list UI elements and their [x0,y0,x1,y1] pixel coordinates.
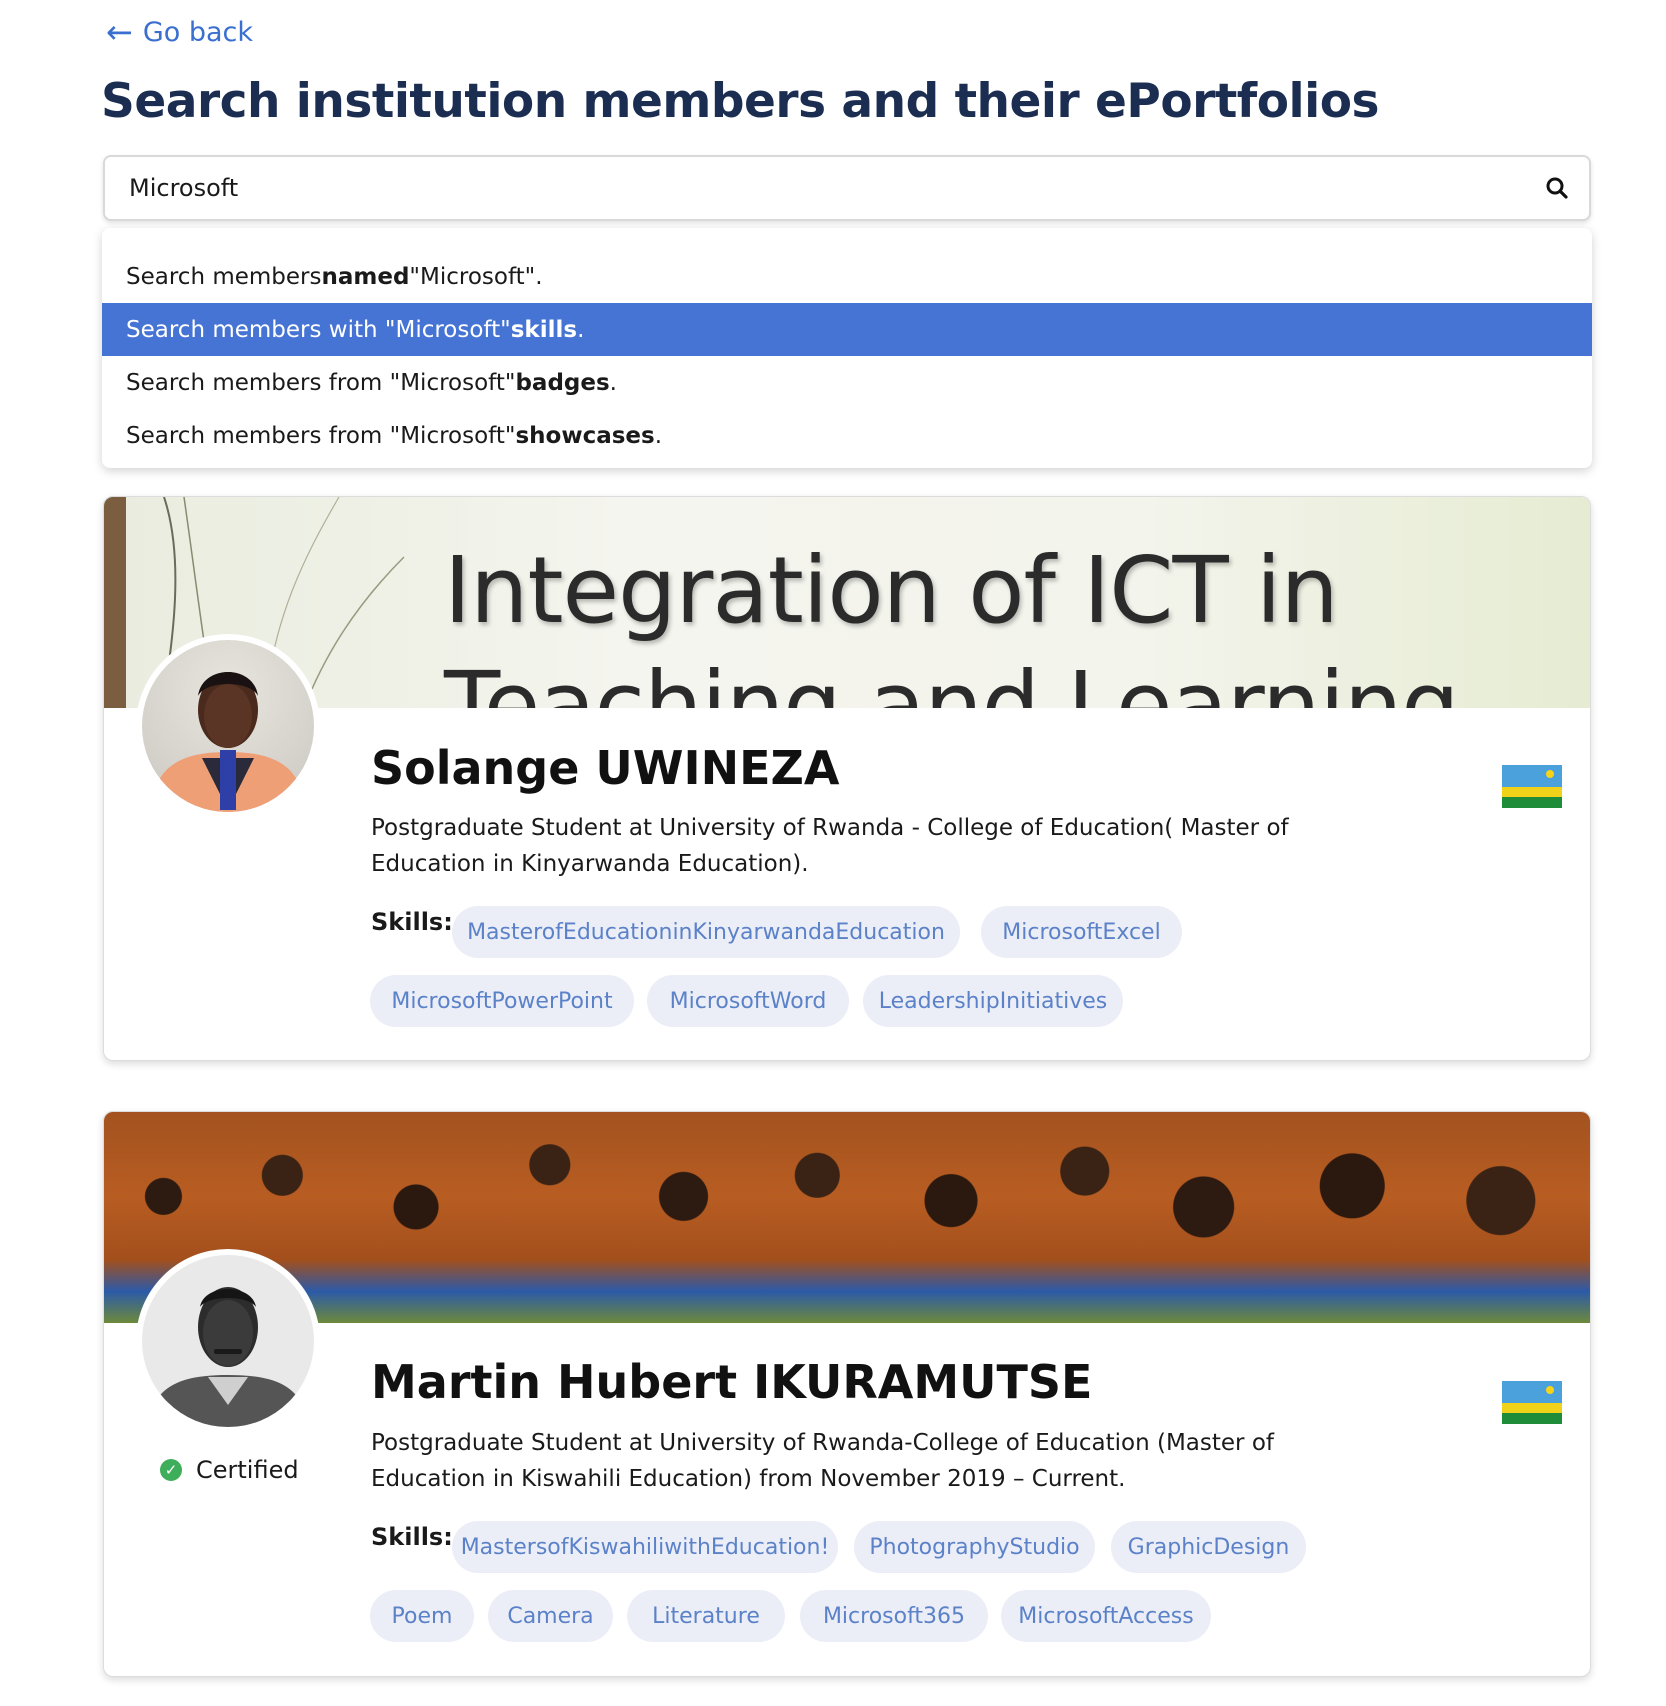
suggestion-keyword: showcases [515,422,655,449]
skill-tag[interactable]: Poem [370,1590,474,1642]
suggestion-skills[interactable]: Search members with "Microsoft" skills. [102,303,1592,356]
skill-tag[interactable]: MicrosoftPowerPoint [370,975,634,1027]
member-name[interactable]: Martin Hubert IKURAMUTSE [371,1355,1092,1409]
suggestion-suffix: . [609,369,617,396]
skill-tag[interactable]: LeadershipInitiatives [863,975,1123,1027]
cover-heading-line2: Teaching and Learning [444,652,1460,708]
skill-tag[interactable]: MicrosoftExcel [981,906,1182,958]
suggestion-keyword: skills [510,316,578,343]
rwanda-flag-icon [1502,765,1562,808]
suggestion-named[interactable]: Search members named "Microsoft". [102,250,1592,303]
suggestion-prefix: Search members from "Microsoft" [126,369,516,396]
cover-image [104,1112,1590,1323]
skills-label: Skills: [371,1523,453,1551]
avatar-photo [142,1255,314,1427]
suggestion-keyword: named [321,263,410,290]
skill-tag[interactable]: PhotographyStudio [854,1521,1095,1573]
skill-tag[interactable]: MicrosoftWord [647,975,849,1027]
cover-decoration [104,497,126,708]
go-back-link[interactable]: ← Go back [106,16,253,48]
skill-tag[interactable]: Microsoft365 [800,1590,988,1642]
skill-tag[interactable]: Literature [627,1590,785,1642]
avatar[interactable] [136,634,320,818]
suggestion-suffix: . [577,316,585,343]
suggestion-prefix: Search members from "Microsoft" [126,422,516,449]
member-card[interactable]: Integration of ICT in Teaching and Learn… [103,496,1591,1061]
suggestion-suffix: "Microsoft". [409,263,543,290]
member-name[interactable]: Solange UWINEZA [371,741,840,795]
page-title: Search institution members and their ePo… [101,74,1380,129]
certified-badge: ✓ Certified [160,1456,299,1484]
suggestion-prefix: Search members [126,263,322,290]
member-card[interactable]: ✓ Certified Martin Hubert IKURAMUTSE Pos… [103,1111,1591,1677]
arrow-left-icon: ← [106,13,133,51]
cover-heading-line1: Integration of ICT in [444,537,1339,644]
search-box [103,155,1591,221]
suggestion-prefix: Search members with "Microsoft" [126,316,511,343]
search-icon[interactable] [1525,176,1589,200]
suggestion-suffix: . [654,422,663,449]
search-input[interactable] [105,174,1525,202]
search-suggestions-dropdown: Search members named "Microsoft". Search… [102,228,1592,468]
skill-tag[interactable]: GraphicDesign [1111,1521,1306,1573]
member-headline: Postgraduate Student at University of Rw… [371,815,1289,877]
skill-tag[interactable]: MicrosoftAccess [1001,1590,1211,1642]
avatar[interactable] [136,1249,320,1433]
check-circle-icon: ✓ [160,1459,182,1481]
skills-label: Skills: [371,908,453,936]
cover-image: Integration of ICT in Teaching and Learn… [104,497,1590,708]
certified-label: Certified [196,1456,299,1484]
skill-tag[interactable]: MastersofKiswahiliwithEducation! [452,1521,838,1573]
avatar-photo [142,640,314,812]
suggestion-keyword: badges [515,369,610,396]
rwanda-flag-icon [1502,1381,1562,1424]
go-back-label: Go back [142,16,254,48]
suggestion-badges[interactable]: Search members from "Microsoft" badges. [102,356,1592,409]
suggestion-showcases[interactable]: Search members from "Microsoft" showcase… [102,409,1592,462]
skill-tag[interactable]: MasterofEducationinKinyarwandaEducation [452,906,960,958]
skill-tag[interactable]: Camera [488,1590,613,1642]
member-headline: Postgraduate Student at University of Rw… [371,1430,1274,1492]
